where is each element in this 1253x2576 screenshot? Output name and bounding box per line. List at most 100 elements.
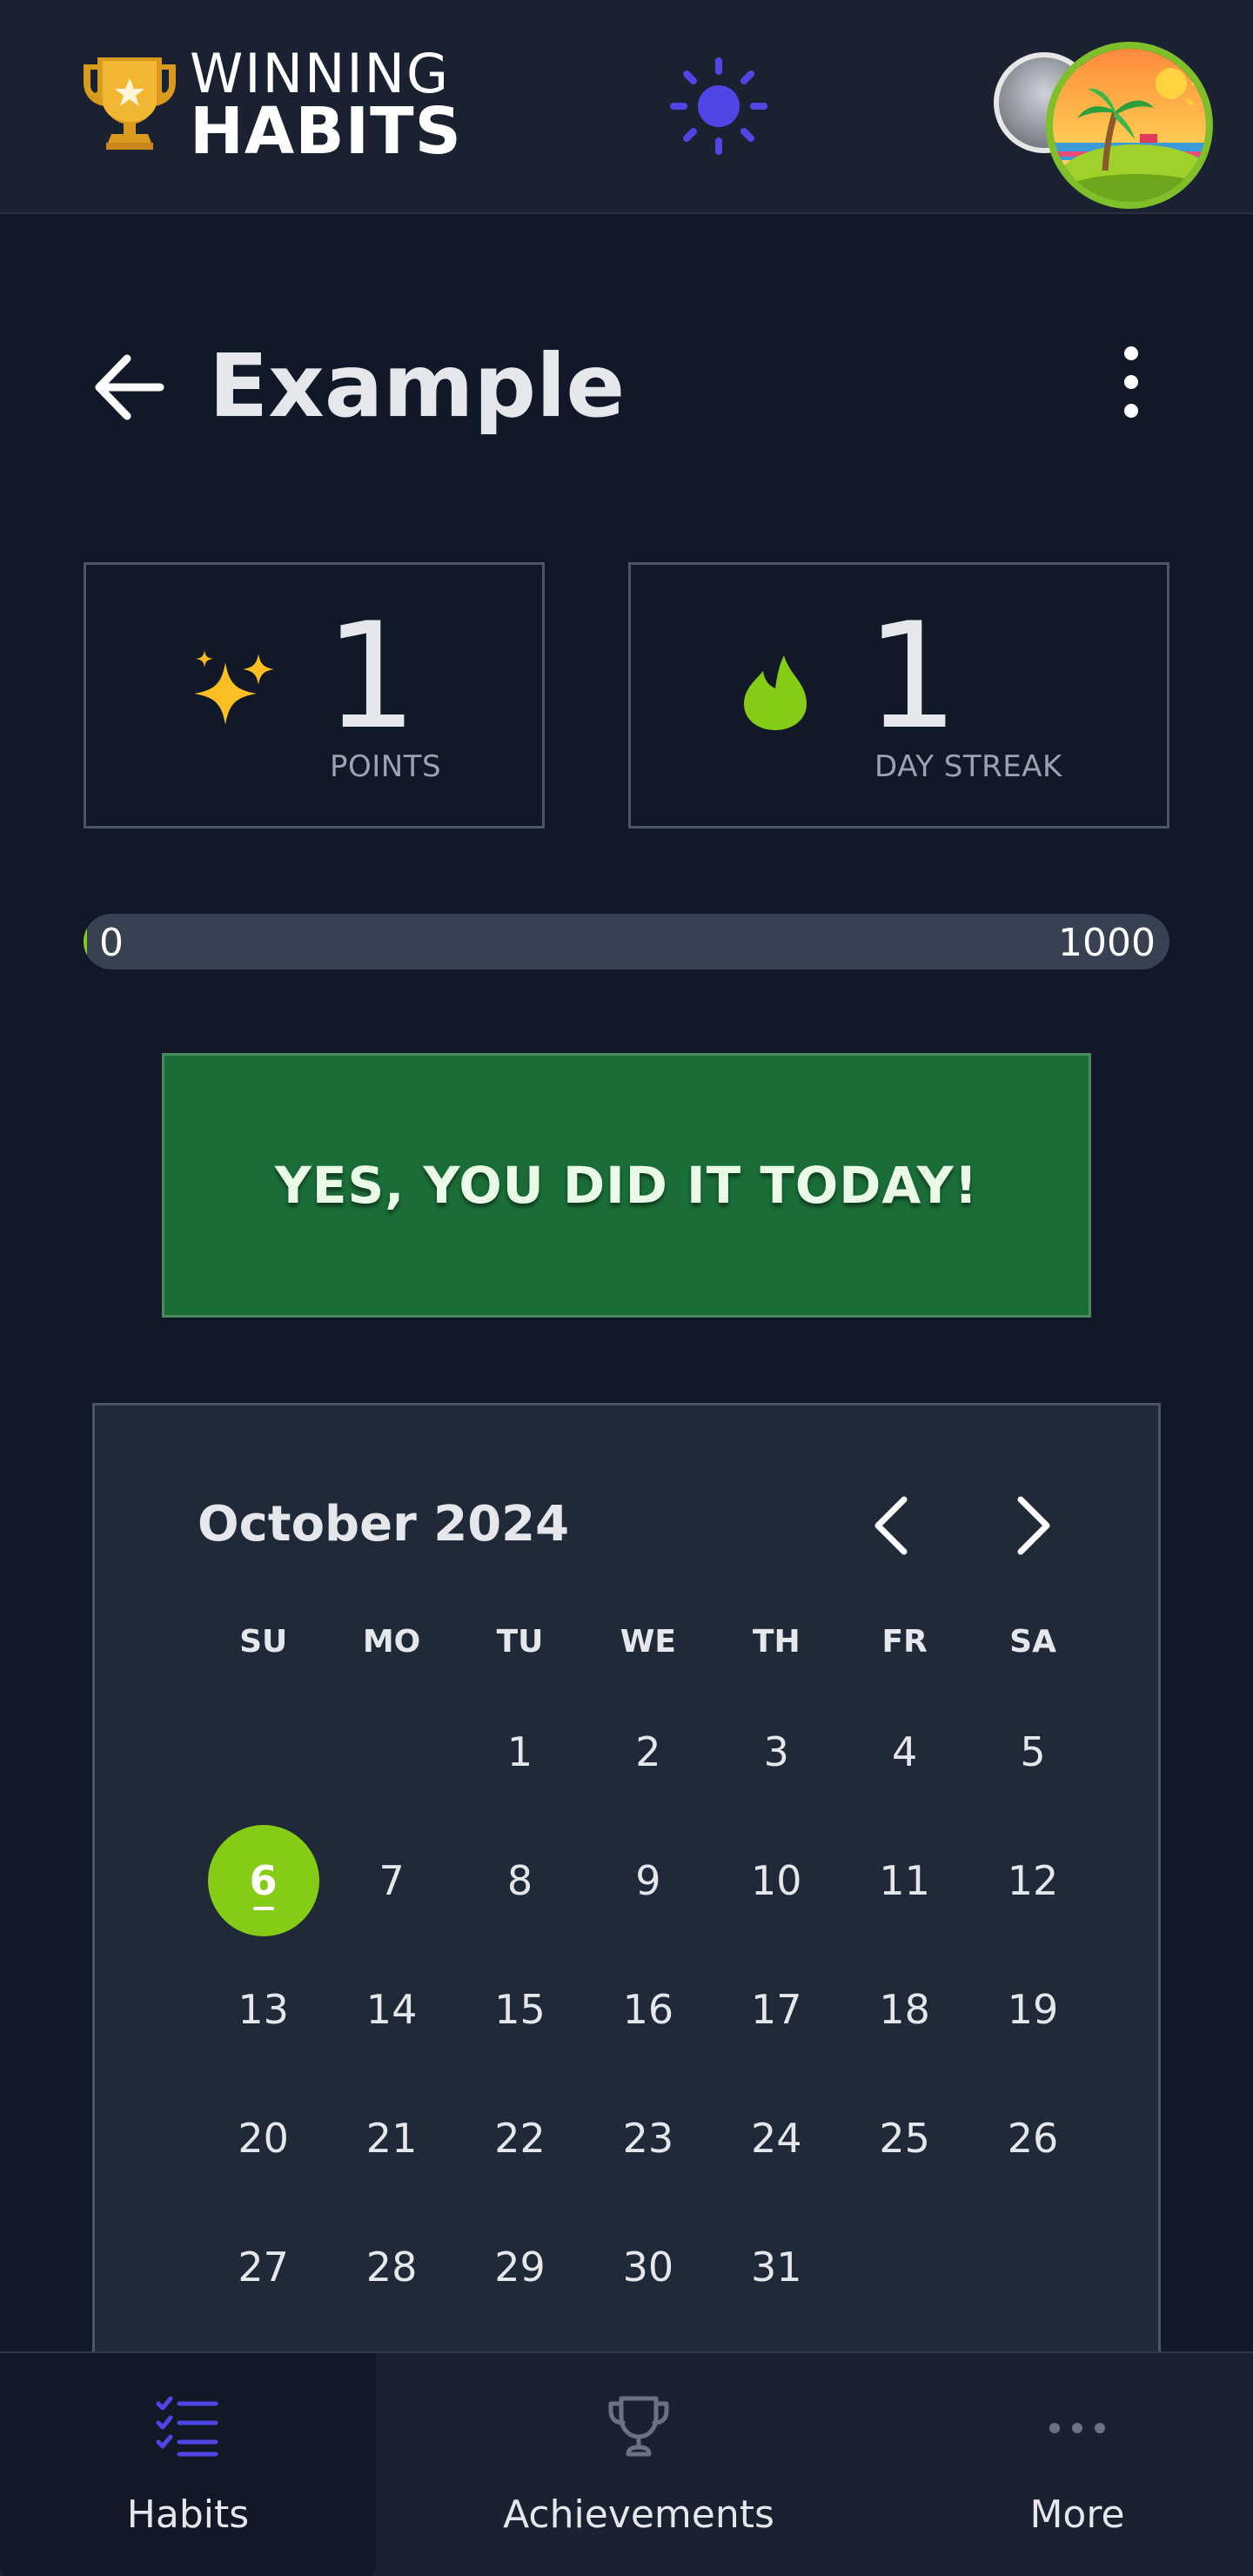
- calendar-day[interactable]: 28: [327, 2203, 455, 2331]
- progress-fill: [84, 914, 87, 969]
- calendar-day-number: 17: [750, 1986, 802, 2033]
- logo-line-1: WINNING: [190, 42, 451, 105]
- app-logo[interactable]: WINNING HABITS: [82, 45, 482, 164]
- calendar-day[interactable]: 14: [327, 1945, 455, 2074]
- calendar-day-number: 12: [1007, 1857, 1059, 1904]
- calendar-day-number: 22: [494, 2115, 546, 2162]
- nav-tab-more[interactable]: More: [901, 2353, 1253, 2576]
- calendar-day[interactable]: 7: [327, 1816, 455, 1945]
- calendar-day-number: [849, 2211, 961, 2323]
- nav-tab-habits[interactable]: Habits: [0, 2353, 376, 2576]
- chevron-right-icon: [1017, 1496, 1050, 1555]
- calendar-day-number: 10: [750, 1857, 802, 1904]
- weekday-label: TH: [752, 1624, 801, 1660]
- calendar-day[interactable]: 24: [713, 2074, 841, 2203]
- calendar-day[interactable]: 30: [584, 2203, 712, 2331]
- calendar-day[interactable]: 31: [713, 2203, 841, 2331]
- calendar-day[interactable]: 27: [199, 2203, 327, 2331]
- trophy-logo-icon: [84, 57, 176, 150]
- calendar-day[interactable]: 17: [713, 1945, 841, 2074]
- calendar-day[interactable]: 4: [841, 1687, 968, 1816]
- calendar-week-row: 20 21 22 23 24 25 26: [199, 2074, 1097, 2203]
- weekday-label: TU: [496, 1624, 544, 1660]
- weekday-label: SU: [239, 1624, 288, 1660]
- calendar-day[interactable]: 20: [199, 2074, 327, 2203]
- calendar-day-number: 14: [365, 1986, 418, 2033]
- calendar-day-number: 31: [750, 2244, 802, 2291]
- calendar-day-number: 18: [879, 1986, 930, 2033]
- weekday-label: WE: [620, 1624, 677, 1660]
- theme-toggle-button[interactable]: [667, 54, 771, 158]
- points-value: 1: [325, 591, 418, 761]
- nav-tab-achievements[interactable]: Achievements: [376, 2353, 901, 2576]
- calendar-day-number: 8: [506, 1857, 533, 1904]
- calendar-weeks: 1 2 3 4 5 6 7 8 9 10 11 12 13 14 15 16 17 18 19 20 21 22 23 24 2…: [199, 1687, 1097, 2331]
- calendar-day[interactable]: 26: [968, 2074, 1096, 2203]
- checklist-icon: [156, 2396, 218, 2457]
- calendar-next-button[interactable]: [986, 1482, 1073, 1569]
- calendar-day[interactable]: 29: [456, 2203, 584, 2331]
- calendar-day-number: 2: [635, 1728, 661, 1775]
- top-bar: WINNING HABITS: [0, 0, 1253, 214]
- more-dots-icon: [1049, 2423, 1105, 2433]
- points-card: 1 POINTS: [84, 562, 545, 828]
- calendar-day[interactable]: 12: [968, 1816, 1096, 1945]
- calendar-day-number: 23: [622, 2115, 674, 2162]
- calendar-day[interactable]: 2: [584, 1687, 712, 1816]
- chevron-left-icon: [874, 1496, 908, 1555]
- calendar-day[interactable]: 9: [584, 1816, 712, 1945]
- user-avatar[interactable]: [1046, 42, 1213, 209]
- habit-title: Example: [209, 335, 626, 437]
- weekday-label: FR: [881, 1624, 928, 1660]
- calendar-day[interactable]: 15: [456, 1945, 584, 2074]
- calendar-day[interactable]: 21: [327, 2074, 455, 2203]
- calendar-day-number: 25: [879, 2115, 930, 2162]
- calendar-prev-button[interactable]: [852, 1482, 939, 1569]
- calendar-day-number: [977, 2211, 1089, 2323]
- calendar-day[interactable]: 5: [968, 1687, 1096, 1816]
- back-button[interactable]: [90, 348, 169, 426]
- calendar-day-today[interactable]: 6: [199, 1816, 327, 1945]
- calendar-day[interactable]: 8: [456, 1816, 584, 1945]
- kebab-menu-icon: [1124, 346, 1138, 418]
- logo-line-2: HABITS: [190, 94, 462, 169]
- calendar-day-number: 19: [1007, 1986, 1059, 2033]
- streak-card: 1 DAY STREAK: [628, 562, 1169, 828]
- calendar-day[interactable]: 25: [841, 2074, 968, 2203]
- progress-min-label: 0: [99, 921, 124, 965]
- calendar-day-number: 28: [365, 2244, 418, 2291]
- calendar-empty-cell: [199, 1687, 327, 1816]
- nav-label-achievements: Achievements: [503, 2492, 774, 2537]
- calendar-day[interactable]: 10: [713, 1816, 841, 1945]
- calendar-day[interactable]: 18: [841, 1945, 968, 2074]
- calendar-day-number: [336, 1696, 447, 1808]
- calendar-day[interactable]: 3: [713, 1687, 841, 1816]
- calendar-empty-cell: [327, 1687, 455, 1816]
- calendar-week-row: 27 28 29 30 31: [199, 2203, 1097, 2331]
- habit-menu-button[interactable]: [1105, 341, 1157, 423]
- calendar-day[interactable]: 16: [584, 1945, 712, 2074]
- calendar-day-number: 29: [494, 2244, 546, 2291]
- calendar-day-number: 16: [622, 1986, 674, 2033]
- calendar-day[interactable]: 23: [584, 2074, 712, 2203]
- calendar-day[interactable]: 13: [199, 1945, 327, 2074]
- calendar-day[interactable]: 19: [968, 1945, 1096, 2074]
- calendar-day[interactable]: 22: [456, 2074, 584, 2203]
- logo-wordmark: WINNING HABITS: [190, 47, 462, 164]
- calendar-day[interactable]: 1: [456, 1687, 584, 1816]
- calendar-day-number: 6: [207, 1825, 319, 1936]
- calendar-day-number: [208, 1696, 319, 1808]
- calendar-empty-cell: [968, 2203, 1096, 2331]
- calendar-month-label: October 2024: [198, 1496, 570, 1553]
- calendar-week-row: 6 7 8 9 10 11 12: [199, 1816, 1097, 1945]
- calendar-day[interactable]: 11: [841, 1816, 968, 1945]
- flame-icon: [744, 655, 807, 730]
- streak-label: DAY STREAK: [874, 749, 1062, 784]
- calendar-day-number: 11: [879, 1857, 930, 1904]
- mark-done-button[interactable]: YES, YOU DID IT TODAY!: [162, 1053, 1091, 1318]
- trophy-icon: [608, 2396, 669, 2457]
- calendar-day-number: 27: [238, 2244, 289, 2291]
- calendar-week-row: 1 2 3 4 5: [199, 1687, 1097, 1816]
- habit-detail-screen: WINNING HABITS Example 1 POINTS 1 DAY ST…: [0, 0, 1253, 2576]
- sun-icon: [670, 57, 767, 155]
